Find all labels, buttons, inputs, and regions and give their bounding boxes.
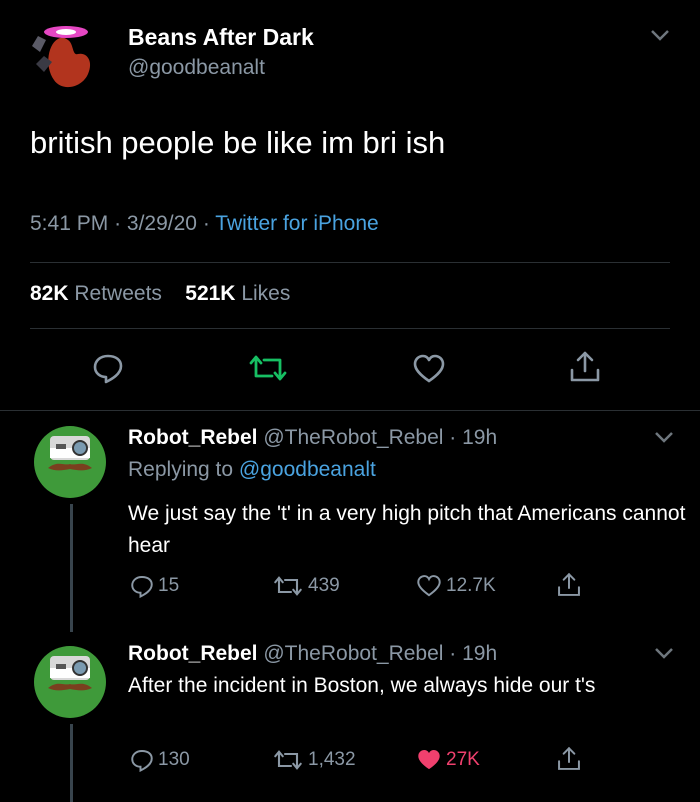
chevron-down-icon[interactable]	[654, 430, 674, 449]
reply-button[interactable]: 130	[130, 748, 190, 772]
reply-text: We just say the 't' in a very high pitch…	[128, 502, 686, 557]
divider	[30, 328, 670, 329]
like-button[interactable]: 27K	[416, 748, 480, 772]
reply-text: After the incident in Boston, we always …	[128, 674, 596, 697]
divider	[30, 262, 670, 263]
reply-header: Robot_Rebel @TheRobot_Rebel · 19h	[128, 642, 497, 666]
tweet-stats: 82K Retweets 521K Likes	[30, 282, 290, 306]
thread-line	[70, 504, 73, 632]
reply-button[interactable]: 15	[130, 574, 179, 598]
chevron-down-icon[interactable]	[654, 646, 674, 665]
share-icon[interactable]	[556, 572, 582, 598]
robot-avatar-icon[interactable]	[34, 646, 106, 718]
bean-avatar-icon[interactable]	[30, 18, 110, 98]
reply-age: · 19h	[449, 642, 498, 665]
reply-author-name[interactable]: Robot_Rebel	[128, 426, 258, 449]
author-handle[interactable]: @goodbeanalt	[128, 56, 265, 80]
author-name[interactable]: Beans After Dark	[128, 24, 314, 51]
reply-count: 130	[158, 749, 190, 770]
tweet-source[interactable]: Twitter for iPhone	[215, 212, 378, 235]
robot-avatar-icon[interactable]	[34, 426, 106, 498]
like-count: 12.7K	[446, 575, 496, 596]
replying-to: Replying to @goodbeanalt	[128, 458, 376, 481]
retweet-button[interactable]: 1,432	[272, 748, 356, 772]
main-tweet: Beans After Dark @goodbeanalt british pe…	[0, 0, 700, 410]
thread-line	[70, 724, 73, 802]
retweet-button[interactable]: 439	[272, 574, 340, 598]
tweet-meta: 5:41 PM · 3/29/20 · Twitter for iPhone	[30, 212, 379, 235]
retweets-stat[interactable]: 82K Retweets	[30, 282, 162, 305]
like-button[interactable]: 12.7K	[416, 574, 496, 598]
retweet-count: 1,432	[308, 749, 356, 770]
reply-author-name[interactable]: Robot_Rebel	[128, 642, 258, 665]
likes-stat[interactable]: 521K Likes	[185, 282, 290, 305]
reply-icon[interactable]	[92, 352, 124, 389]
tweet-time: 5:41 PM	[30, 212, 109, 235]
chevron-down-icon[interactable]	[650, 28, 670, 47]
heart-icon[interactable]	[412, 354, 446, 389]
share-icon[interactable]	[556, 746, 582, 772]
divider	[0, 410, 700, 411]
reply-author-handle[interactable]: @TheRobot_Rebel	[263, 642, 443, 665]
like-count: 27K	[446, 749, 480, 770]
replying-to-handle[interactable]: @goodbeanalt	[239, 458, 376, 481]
share-icon[interactable]	[568, 350, 602, 389]
reply-count: 15	[158, 575, 180, 596]
tweet-date[interactable]: 3/29/20	[127, 212, 197, 235]
tweet-text: british people be like im bri ish	[30, 125, 446, 160]
reply-author-handle[interactable]: @TheRobot_Rebel	[263, 426, 443, 449]
reply-header: Robot_Rebel @TheRobot_Rebel · 19h	[128, 426, 497, 450]
reply-age: · 19h	[449, 426, 498, 449]
retweet-icon[interactable]	[248, 352, 288, 389]
retweet-count: 439	[308, 575, 340, 596]
